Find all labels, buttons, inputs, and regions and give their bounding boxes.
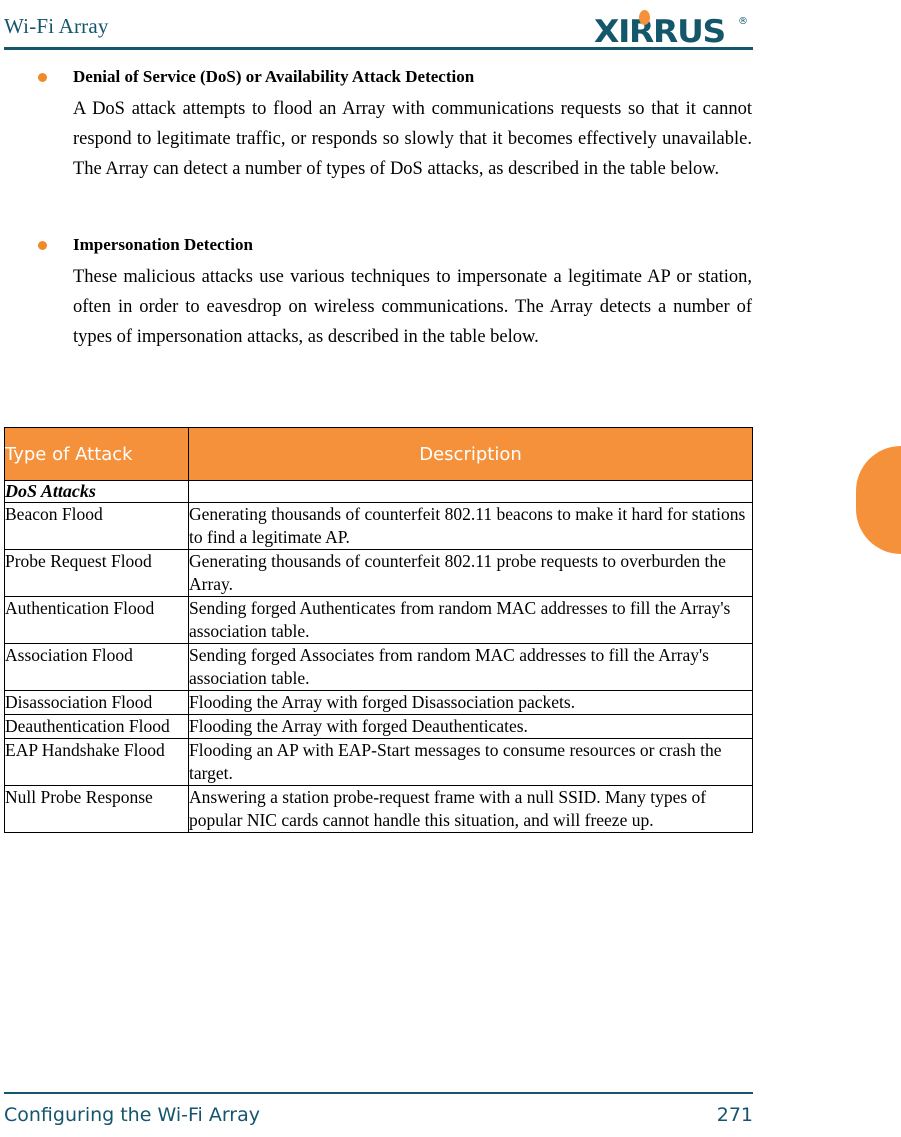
- attack-type: Probe Request Flood: [4, 549, 189, 597]
- column-header-description: Description: [188, 427, 753, 481]
- bullet-paragraph: A DoS attack attempts to flood an Array …: [73, 99, 752, 179]
- column-header-type: Type of Attack: [4, 427, 189, 481]
- table-header: Type of Attack Description: [4, 427, 753, 481]
- attack-description: Sending forged Associates from random MA…: [188, 643, 753, 691]
- table-header-row: Type of Attack Description: [4, 427, 753, 481]
- table-row: Disassociation Flood Flooding the Array …: [4, 690, 753, 715]
- attack-type: EAP Handshake Flood: [4, 738, 189, 786]
- group-label-dos-attacks: DoS Attacks: [4, 480, 189, 503]
- attack-type: Authentication Flood: [4, 596, 189, 644]
- attack-description: Flooding the Array with forged Deauthent…: [188, 714, 753, 739]
- table-row: Null Probe Response Answering a station …: [4, 785, 753, 833]
- attack-description: Generating thousands of counterfeit 802.…: [188, 549, 753, 597]
- attack-type: Beacon Flood: [4, 502, 189, 550]
- trademark-icon: ®: [738, 16, 748, 27]
- bullet-dot-icon: [38, 241, 47, 250]
- attack-type: Deauthentication Flood: [4, 714, 189, 739]
- group-spacer-cell: [188, 480, 753, 503]
- attack-description: Answering a station probe-request frame …: [188, 785, 753, 833]
- table-row: Deauthentication Flood Flooding the Arra…: [4, 714, 753, 739]
- footer-divider: [4, 1092, 753, 1094]
- bullet-heading: Denial of Service (DoS) or Availability …: [73, 67, 475, 86]
- table-row: Beacon Flood Generating thousands of cou…: [4, 502, 753, 550]
- table-row: Association Flood Sending forged Associa…: [4, 643, 753, 691]
- table-body: DoS Attacks Beacon Flood Generating thou…: [4, 480, 753, 833]
- chapter-thumb-tab: [856, 446, 901, 554]
- xirrus-logo: XIRRUS ®: [594, 8, 754, 50]
- attack-description: Flooding an AP with EAP-Start messages t…: [188, 738, 753, 786]
- table-row: Probe Request Flood Generating thousands…: [4, 549, 753, 597]
- attack-description: Generating thousands of counterfeit 802.…: [188, 502, 753, 550]
- page-header-title: Wi-Fi Array: [4, 14, 109, 38]
- table-row: Authentication Flood Sending forged Auth…: [4, 596, 753, 644]
- page-footer: Configuring the Wi-Fi Array 271: [0, 1092, 901, 1137]
- bullet-dot-icon: [38, 73, 47, 82]
- footer-page-number: 271: [716, 1104, 753, 1126]
- bullet-paragraph: These malicious attacks use various tech…: [73, 267, 752, 347]
- table-row: EAP Handshake Flood Flooding an AP with …: [4, 738, 753, 786]
- orange-dot-icon: [639, 10, 650, 25]
- bullet-heading: Impersonation Detection: [73, 235, 253, 254]
- header-divider: [4, 47, 753, 50]
- attack-description: Flooding the Array with forged Disassoci…: [188, 690, 753, 715]
- attack-type: Null Probe Response: [4, 785, 189, 833]
- attack-types-table: Type of Attack Description DoS Attacks B…: [4, 427, 753, 833]
- logo-wordmark: XIRRUS: [594, 14, 726, 50]
- footer-chapter-label: Configuring the Wi-Fi Array: [4, 1104, 260, 1126]
- attack-type: Association Flood: [4, 643, 189, 691]
- page-header: Wi-Fi Array XIRRUS ®: [0, 0, 901, 54]
- attack-type: Disassociation Flood: [4, 690, 189, 715]
- table-group-row: DoS Attacks: [4, 480, 753, 503]
- attack-description: Sending forged Authenticates from random…: [188, 596, 753, 644]
